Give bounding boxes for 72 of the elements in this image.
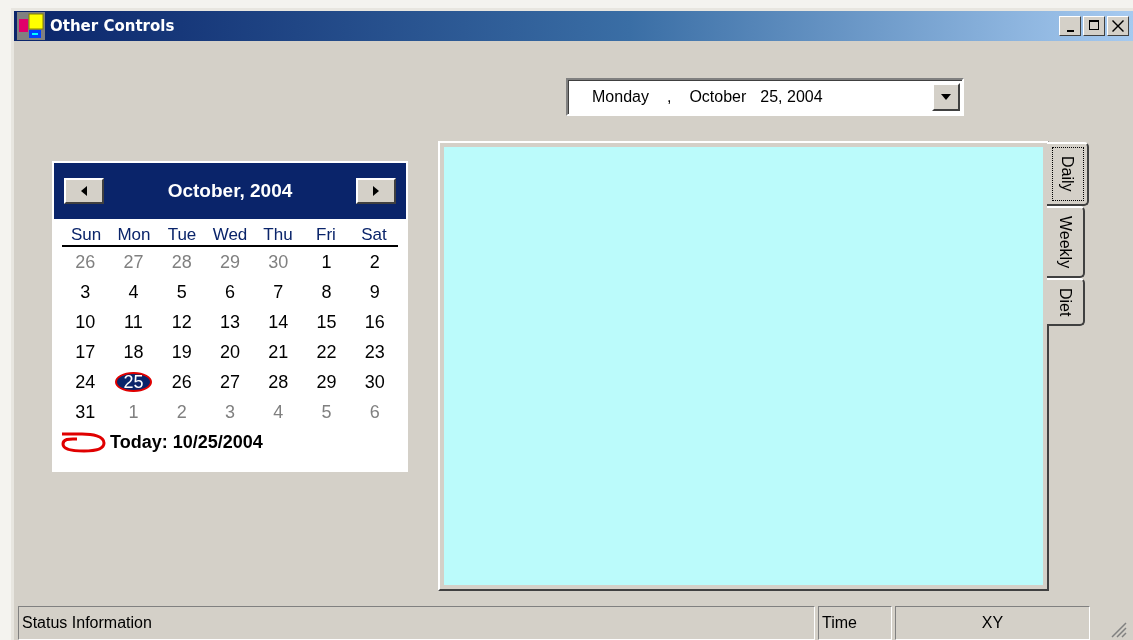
calendar-day[interactable]: 8 — [302, 277, 351, 307]
calendar-day[interactable]: 21 — [254, 337, 303, 367]
next-month-button[interactable] — [356, 178, 396, 204]
calendar-day[interactable]: 20 — [205, 337, 255, 367]
calendar-day[interactable]: 3 — [205, 397, 255, 427]
calendar-day[interactable]: 5 — [302, 397, 351, 427]
calendar-day[interactable]: 18 — [109, 337, 158, 367]
calendar-day[interactable]: 4 — [109, 277, 158, 307]
calendar-day[interactable]: 23 — [350, 337, 399, 367]
calendar-day[interactable]: 30 — [350, 367, 399, 397]
left-triangle-icon — [81, 186, 87, 196]
calendar-day[interactable]: 7 — [254, 277, 303, 307]
calendar-day[interactable]: 9 — [350, 277, 399, 307]
calendar-day[interactable]: 15 — [302, 307, 351, 337]
weekday-label: Fri — [315, 225, 337, 245]
close-icon — [1112, 20, 1124, 32]
month-title: October, 2004 — [167, 180, 293, 202]
status-panel: XY — [895, 606, 1090, 640]
calendar-day[interactable]: 4 — [254, 397, 303, 427]
calendar-day[interactable]: 5 — [157, 277, 206, 307]
window-title: Other Controls — [50, 17, 176, 35]
calendar-day[interactable]: 1 — [302, 247, 351, 277]
calendar-day[interactable]: 14 — [254, 307, 303, 337]
weekday-label: Wed — [211, 225, 249, 245]
calendar-day[interactable]: 1 — [109, 397, 158, 427]
right-triangle-icon — [373, 186, 379, 196]
calendar-day[interactable]: 24 — [61, 367, 110, 397]
status-panel: Status Information — [18, 606, 815, 640]
calendar-day[interactable]: 28 — [157, 247, 206, 277]
minimize-button[interactable] — [1059, 16, 1081, 36]
weekday-label: Sat — [360, 225, 388, 245]
calendar-day[interactable]: 12 — [157, 307, 206, 337]
calendar-day[interactable]: 6 — [205, 277, 255, 307]
calendar-day[interactable]: 31 — [61, 397, 110, 427]
calendar-day[interactable]: 29 — [205, 247, 255, 277]
previous-month-button[interactable] — [64, 178, 104, 204]
weekday-label: Sun — [69, 225, 103, 245]
calendar-day[interactable]: 27 — [205, 367, 255, 397]
calendar-day[interactable]: 2 — [350, 247, 399, 277]
minimize-icon — [1066, 29, 1074, 32]
calendar-day[interactable]: 11 — [109, 307, 158, 337]
maximize-button[interactable] — [1083, 16, 1105, 36]
maximize-icon — [1088, 20, 1100, 32]
today-label[interactable]: Today: 10/25/2004 — [110, 431, 263, 453]
resize-grip-icon[interactable] — [1109, 620, 1127, 638]
tab[interactable]: Diet — [1047, 277, 1085, 327]
calendar-day[interactable]: 28 — [254, 367, 303, 397]
calendar-day[interactable]: 16 — [350, 307, 399, 337]
calendar-day[interactable]: 17 — [61, 337, 110, 367]
calendar-day[interactable]: 2 — [157, 397, 206, 427]
calendar-day[interactable]: 19 — [157, 337, 206, 367]
calendar-day[interactable]: 26 — [157, 367, 206, 397]
calendar-day[interactable]: 30 — [254, 247, 303, 277]
app-icon — [16, 11, 46, 41]
calendar-day[interactable]: 26 — [61, 247, 110, 277]
close-button[interactable] — [1107, 16, 1129, 36]
calendar-day[interactable]: 13 — [205, 307, 255, 337]
calendar-day[interactable]: 22 — [302, 337, 351, 367]
dropdown-button[interactable] — [932, 83, 960, 111]
weekday-label: Thu — [262, 225, 294, 245]
calendar-day[interactable]: 27 — [109, 247, 158, 277]
calendar-day[interactable]: 6 — [350, 397, 399, 427]
weekday-label: Tue — [166, 225, 198, 245]
calendar-day[interactable]: 10 — [61, 307, 110, 337]
calendar-day[interactable]: 29 — [302, 367, 351, 397]
weekday-label: Mon — [116, 225, 152, 245]
caret-icon — [941, 94, 951, 100]
tab[interactable]: Weekly — [1047, 205, 1085, 278]
status-panel: Time — [818, 606, 892, 640]
calendar-day[interactable]: 3 — [61, 277, 110, 307]
tab[interactable]: Daily — [1047, 142, 1089, 206]
date-picker[interactable]: Monday , October 25, 2004 — [566, 78, 964, 116]
